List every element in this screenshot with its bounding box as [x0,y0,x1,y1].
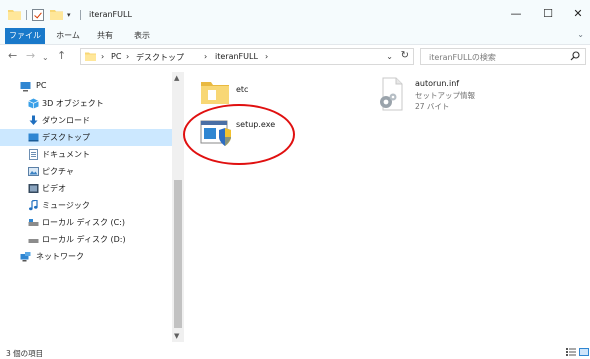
forward-button[interactable]: → [26,50,35,62]
network-icon [20,252,31,262]
item-count: 3 個の項目 [6,349,44,358]
sidebar-item-label: ピクチャ [42,167,74,176]
sidebar-item-label: ダウンロード [42,116,90,125]
sidebar-item-downloads[interactable]: ダウンロード [0,112,172,129]
sidebar-item-label: ドキュメント [42,150,90,159]
download-icon [29,115,38,125]
folder-icon [85,52,96,61]
sidebar-item-label: ローカル ディスク (D:) [42,235,126,244]
tab-file[interactable]: ファイル [5,28,45,44]
folder-icon [201,82,229,104]
minimize-button[interactable]: — [506,6,526,22]
breadcrumb-separator: › [126,52,130,61]
properties-icon[interactable] [32,9,44,21]
sidebar-item-label: ネットワーク [36,252,84,261]
sidebar-item-label: ローカル ディスク (C:) [42,218,126,227]
file-name: etc [236,85,249,94]
sidebar-item-music[interactable]: ミュージック [0,197,172,214]
3d-objects-icon [28,98,39,109]
sidebar-item-drive-d[interactable]: ローカル ディスク (D:) [0,231,172,248]
highlight-ring [183,104,295,165]
breadcrumb-separator: › [204,52,208,61]
sidebar-item-videos[interactable]: ビデオ [0,180,172,197]
sidebar-item-3d-objects[interactable]: 3D オブジェクト [0,95,172,112]
chevron-down-icon[interactable]: ⌄ [577,30,584,39]
close-button[interactable]: ✕ [568,6,588,22]
new-folder-icon[interactable] [50,9,63,20]
file-size: 27 バイト [415,102,450,111]
search-icon [570,51,580,61]
navigation-bar: ← → ⌄ ↑ › PC › デスクトップ › iteranFULL › ⌄ ↻… [0,45,590,69]
file-item-etc[interactable]: etc [200,78,300,108]
file-name: autorun.inf [415,79,460,88]
address-bar[interactable]: › PC › デスクトップ › iteranFULL › ⌄ ↻ [80,48,414,65]
folder-icon[interactable] [8,9,21,20]
sidebar-item-network[interactable]: ネットワーク [0,248,172,265]
navigation-pane: PC 3D オブジェクト ダウンロード デスクトップ ドキュメント ピクチャ ビ… [0,72,172,342]
recent-locations-button[interactable]: ⌄ [42,52,49,64]
pc-icon [20,82,31,92]
maximize-button[interactable]: ☐ [538,6,558,22]
drive-icon [28,239,39,243]
documents-icon [29,149,38,160]
back-button[interactable]: ← [8,50,17,62]
sidebar-item-label: デスクトップ [42,133,90,142]
breadcrumb-pc[interactable]: PC [111,52,121,61]
details-view-icon[interactable] [566,348,576,356]
sidebar-item-label: 3D オブジェクト [42,99,104,108]
search-input[interactable]: iteranFULLの検索 [420,48,586,65]
file-item-autorun[interactable]: autorun.inf セットアップ情報 27 バイト [378,77,558,113]
settings-file-icon [380,77,403,111]
sidebar-item-pictures[interactable]: ピクチャ [0,163,172,180]
title-bar: ▾ iteranFULL — ☐ ✕ [0,0,590,28]
breadcrumb-iteranfull[interactable]: iteranFULL [215,52,258,61]
window-title: iteranFULL [89,10,132,19]
sidebar-item-label: ミュージック [42,201,90,210]
sidebar-scrollbar[interactable]: ▲ ▼ [172,72,184,342]
up-button[interactable]: ↑ [57,50,66,62]
sidebar-item-drive-c[interactable]: ローカル ディスク (C:) [0,214,172,231]
separator [80,10,81,20]
breadcrumb-separator: › [101,52,105,61]
search-placeholder: iteranFULLの検索 [429,53,496,62]
tab-share[interactable]: 共有 [90,28,120,44]
tab-home[interactable]: ホーム [53,28,83,44]
separator [26,10,27,20]
drive-icon [28,219,39,226]
scrollbar-thumb[interactable] [174,180,182,328]
breadcrumb-desktop[interactable]: デスクトップ [136,52,184,63]
tab-view[interactable]: 表示 [127,28,157,44]
sidebar-item-desktop[interactable]: デスクトップ [0,129,172,146]
status-bar: 3 個の項目 [0,345,590,359]
videos-icon [28,184,39,193]
desktop-icon [28,133,39,142]
music-icon [29,200,38,211]
breadcrumb-separator: › [265,52,269,61]
scroll-down-icon[interactable]: ▼ [174,332,179,340]
sidebar-item-label: PC [36,81,47,90]
ribbon-tabs: ファイル ホーム 共有 表示 ⌄ [0,28,590,45]
scroll-up-icon[interactable]: ▲ [174,74,179,82]
customize-toolbar-icon[interactable]: ▾ [67,11,71,23]
file-type: セットアップ情報 [415,91,475,100]
sidebar-item-pc[interactable]: PC [0,78,172,95]
sidebar-item-label: ビデオ [42,184,66,193]
refresh-icon[interactable]: ↻ [401,50,409,61]
pictures-icon [28,167,39,176]
chevron-down-icon[interactable]: ⌄ [386,52,393,61]
sidebar-item-documents[interactable]: ドキュメント [0,146,172,163]
large-icons-view-icon[interactable] [579,348,589,356]
